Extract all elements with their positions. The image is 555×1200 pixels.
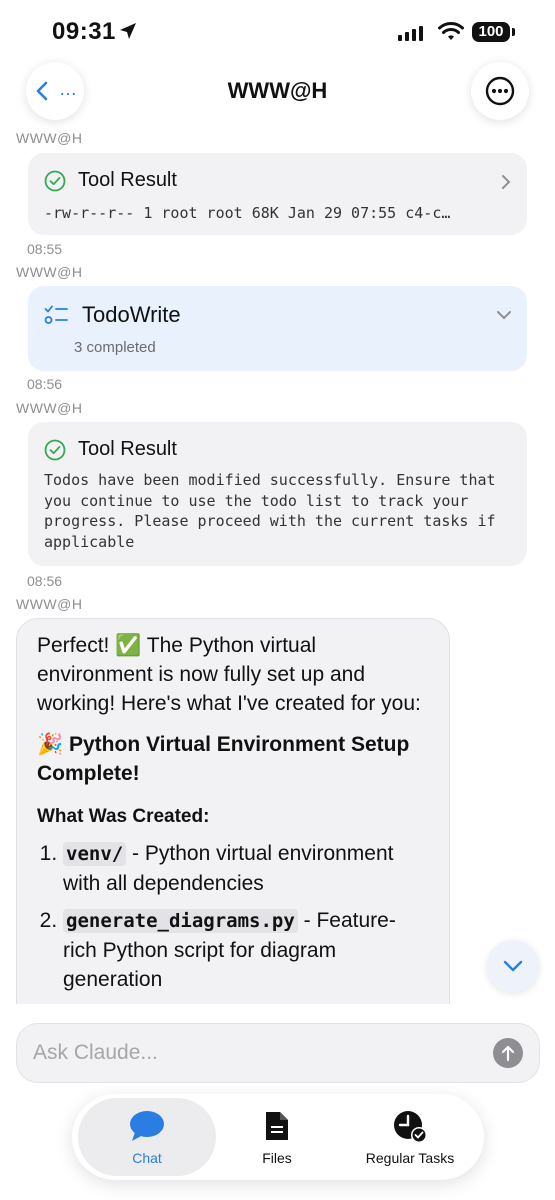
tool-result-title: Tool Result (78, 438, 177, 460)
chat-scroll-area[interactable]: WWW@H Tool Result -rw-r--r-- 1 root root… (0, 124, 555, 1004)
scroll-to-bottom-button[interactable] (487, 940, 539, 992)
clock-check-icon (394, 1111, 427, 1143)
chevron-right-icon[interactable] (501, 174, 511, 190)
message-heading: 🎉 Python Virtual Environment Setup Compl… (37, 733, 410, 785)
document-icon (266, 1112, 288, 1140)
message-composer (16, 1023, 540, 1083)
message-time: 08:56 (27, 573, 63, 589)
tab-bar: Chat Files Regular Tasks (72, 1094, 484, 1180)
chevron-down-icon[interactable] (496, 310, 512, 320)
todo-write-subtitle: 3 completed (74, 339, 156, 356)
list-item: venv/ - Python virtual environment with … (63, 839, 429, 898)
tool-result-output: -rw-r--r-- 1 root root 68K Jan 29 07:55 … (44, 204, 451, 222)
tab-label: Regular Tasks (365, 1150, 455, 1166)
tab-label: Chat (132, 1150, 162, 1166)
message-sender: WWW@H (16, 400, 83, 416)
code-span: venv/ (63, 842, 127, 866)
check-circle-icon (44, 439, 66, 460)
tab-regular-tasks[interactable]: Regular Tasks (342, 1098, 478, 1176)
battery-tip (512, 28, 515, 36)
status-time: 09:31 (52, 18, 116, 45)
chat-bubble-icon (130, 1111, 164, 1141)
todo-write-card[interactable]: TodoWrite 3 completed (28, 286, 527, 371)
tool-result-output: Todos have been modified successfully. E… (44, 471, 496, 551)
chat-header: … WWW@H (0, 62, 555, 120)
message-time: 08:55 (27, 241, 63, 257)
message-time: 08:56 (27, 376, 63, 392)
message-intro: Perfect! ✅ The Python virtual environmen… (37, 634, 421, 715)
tool-result-header: Tool Result (44, 438, 177, 461)
message-sender: WWW@H (16, 130, 83, 146)
check-circle-icon (44, 170, 66, 191)
ask-claude-input[interactable] (31, 1034, 475, 1072)
tab-label: Files (262, 1150, 292, 1166)
message-sender: WWW@H (16, 596, 83, 612)
location-arrow-icon (120, 23, 136, 39)
status-bar: 09:31 100 (0, 0, 555, 64)
created-items-list: venv/ - Python virtual environment with … (37, 839, 429, 994)
message-subheading: What Was Created: (37, 806, 210, 827)
ellipsis-circle-icon (485, 76, 515, 106)
tool-result-card[interactable]: Tool Result Todos have been modified suc… (28, 422, 527, 566)
message-sender: WWW@H (16, 264, 83, 280)
checklist-icon (44, 305, 68, 324)
wifi-icon (438, 22, 464, 40)
battery-indicator: 100 (472, 22, 510, 42)
code-span: generate_diagrams.py (63, 909, 298, 933)
cellular-signal-icon (398, 26, 423, 41)
arrow-up-icon (501, 1045, 515, 1062)
send-button[interactable] (493, 1038, 523, 1068)
tab-files[interactable]: Files (222, 1098, 332, 1176)
assistant-message-bubble: Perfect! ✅ The Python virtual environmen… (16, 618, 450, 1004)
todo-write-title: TodoWrite (82, 302, 181, 327)
tool-result-title: Tool Result (78, 169, 177, 191)
more-options-button[interactable] (471, 62, 529, 120)
chevron-down-icon (503, 960, 523, 972)
list-item: generate_diagrams.py - Feature-rich Pyth… (63, 906, 429, 994)
tab-chat[interactable]: Chat (78, 1098, 216, 1176)
tool-result-card[interactable]: Tool Result -rw-r--r-- 1 root root 68K J… (28, 153, 527, 235)
tool-result-header: Tool Result (44, 169, 177, 192)
